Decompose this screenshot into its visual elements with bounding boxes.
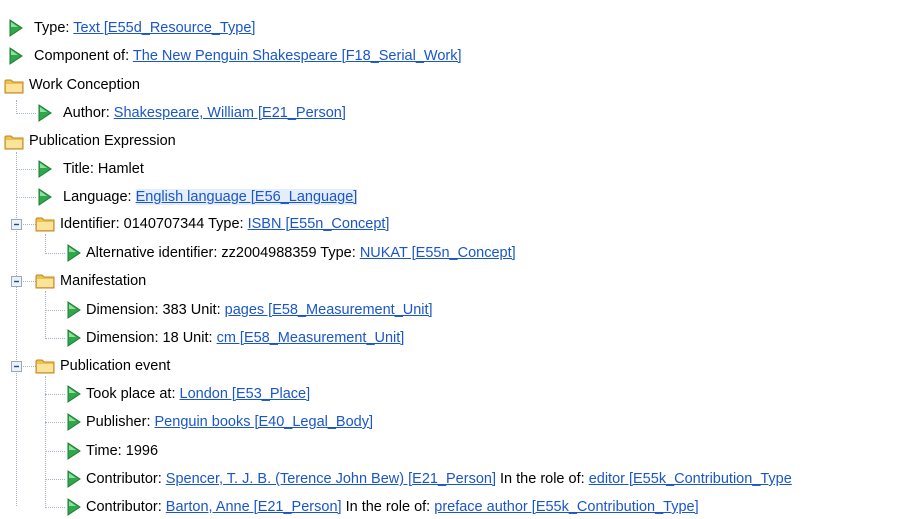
tree-line <box>16 169 36 170</box>
green-arrow-icon[interactable] <box>66 329 82 347</box>
green-arrow-icon[interactable] <box>8 19 24 37</box>
language-link[interactable]: English language [E56_Language] <box>135 189 358 205</box>
tree-row-time: Time: 1996 <box>86 439 158 463</box>
contributor-link[interactable]: Barton, Anne [E21_Person] <box>166 499 342 515</box>
tree-row-dimension-pages: Dimension: 383 Unit: pages [E58_Measurem… <box>86 298 433 322</box>
nukat-link[interactable]: NUKAT [E55n_Concept] <box>360 245 516 261</box>
green-arrow-icon[interactable] <box>66 442 82 460</box>
green-arrow-icon[interactable] <box>37 104 53 122</box>
role-label: In the role of: <box>345 499 431 515</box>
role-label: In the role of: <box>500 471 585 487</box>
tree-line <box>16 113 36 114</box>
green-arrow-icon[interactable] <box>66 301 82 319</box>
row-label: Language: <box>63 189 132 205</box>
row-label: Contributor: <box>86 471 162 487</box>
green-arrow-icon[interactable] <box>66 498 82 516</box>
contributor-link[interactable]: Spencer, T. J. B. (Terence John Bew) [E2… <box>166 471 496 487</box>
folder-icon[interactable] <box>35 358 55 374</box>
green-arrow-icon[interactable] <box>66 413 82 431</box>
tree-line <box>45 291 46 339</box>
tree-node-work-conception[interactable]: Work Conception <box>29 73 140 97</box>
tree-line <box>45 253 65 254</box>
tree-node-identifier[interactable]: Identifier: 0140707344 Type: ISBN [E55n_… <box>60 212 389 236</box>
tree-row-contributor-2: Contributor: Barton, Anne [E21_Person] I… <box>86 495 699 519</box>
tree-row-contributor-1: Contributor: Spencer, T. J. B. (Terence … <box>86 467 792 491</box>
row-label: Dimension: 383 Unit: <box>86 302 221 318</box>
row-label: Took place at: <box>86 386 176 402</box>
collapse-toggle-icon[interactable] <box>11 276 22 287</box>
green-arrow-icon[interactable] <box>37 160 53 178</box>
node-label: Identifier: 0140707344 Type: <box>60 216 244 232</box>
time-value: 1996 <box>125 443 159 459</box>
row-label: Author: <box>63 105 110 121</box>
tree-row-title: Title: Hamlet <box>63 157 144 181</box>
tree-row-component-of: Component of: The New Penguin Shakespear… <box>34 44 462 68</box>
collapse-toggle-icon[interactable] <box>11 219 22 230</box>
pages-unit-link[interactable]: pages [E58_Measurement_Unit] <box>225 302 433 318</box>
tree-row-type: Type: Text [E55d_Resource_Type] <box>34 16 255 40</box>
tree-node-publication-event[interactable]: Publication event <box>60 354 170 378</box>
row-label: Type: <box>34 20 70 36</box>
tree-line <box>16 197 36 198</box>
tree-line <box>45 507 65 508</box>
role-link[interactable]: editor [E55k_Contribution_Type <box>589 471 792 487</box>
green-arrow-icon[interactable] <box>37 188 53 206</box>
green-arrow-icon[interactable] <box>66 385 82 403</box>
node-label: Manifestation <box>60 273 147 289</box>
title-value: Hamlet <box>97 161 144 177</box>
row-label: Dimension: 18 Unit: <box>86 330 213 346</box>
node-label: Publication Expression <box>29 133 176 149</box>
row-label: Alternative identifier: zz2004988359 Typ… <box>86 245 356 261</box>
tree-node-manifestation[interactable]: Manifestation <box>60 269 146 293</box>
cm-unit-link[interactable]: cm [E58_Measurement_Unit] <box>217 330 405 346</box>
collapse-toggle-icon[interactable] <box>11 361 22 372</box>
tree-line <box>45 376 46 508</box>
tree-line <box>45 310 65 311</box>
tree-row-author: Author: Shakespeare, William [E21_Person… <box>63 101 346 125</box>
tree-node-publication-expression[interactable]: Publication Expression <box>29 129 176 153</box>
green-arrow-icon[interactable] <box>66 470 82 488</box>
tree-row-dimension-cm: Dimension: 18 Unit: cm [E58_Measurement_… <box>86 326 404 350</box>
place-link[interactable]: London [E53_Place] <box>180 386 311 402</box>
row-label: Title: <box>63 161 94 177</box>
row-label: Time: <box>86 443 122 459</box>
publisher-link[interactable]: Penguin books [E40_Legal_Body] <box>155 414 373 430</box>
author-link[interactable]: Shakespeare, William [E21_Person] <box>114 105 346 121</box>
tree-line <box>45 451 65 452</box>
serial-work-link[interactable]: The New Penguin Shakespeare [F18_Serial_… <box>133 48 462 64</box>
tree-row-publisher: Publisher: Penguin books [E40_Legal_Body… <box>86 410 373 434</box>
folder-icon[interactable] <box>35 216 55 232</box>
node-label: Work Conception <box>29 77 140 93</box>
node-label: Publication event <box>60 358 171 374</box>
row-label: Publisher: <box>86 414 151 430</box>
tree-line <box>45 234 46 254</box>
tree-row-alt-identifier: Alternative identifier: zz2004988359 Typ… <box>86 241 516 265</box>
tree-row-language: Language: English language [E56_Language… <box>63 185 358 209</box>
tree-line <box>16 100 17 114</box>
tree-line <box>16 152 17 506</box>
row-label: Contributor: <box>86 499 162 515</box>
tree-line <box>45 422 65 423</box>
folder-icon[interactable] <box>4 134 24 150</box>
green-arrow-icon[interactable] <box>66 244 82 262</box>
tree-line <box>45 338 65 339</box>
row-label: Component of: <box>34 48 130 64</box>
tree-line <box>45 394 65 395</box>
isbn-link[interactable]: ISBN [E55n_Concept] <box>248 216 390 232</box>
resource-type-link[interactable]: Text [E55d_Resource_Type] <box>73 20 255 36</box>
tree-row-place: Took place at: London [E53_Place] <box>86 382 310 406</box>
green-arrow-icon[interactable] <box>8 47 24 65</box>
role-link[interactable]: preface author [E55k_Contribution_Type] <box>434 499 698 515</box>
folder-icon[interactable] <box>4 78 24 94</box>
tree-line <box>45 479 65 480</box>
folder-icon[interactable] <box>35 273 55 289</box>
